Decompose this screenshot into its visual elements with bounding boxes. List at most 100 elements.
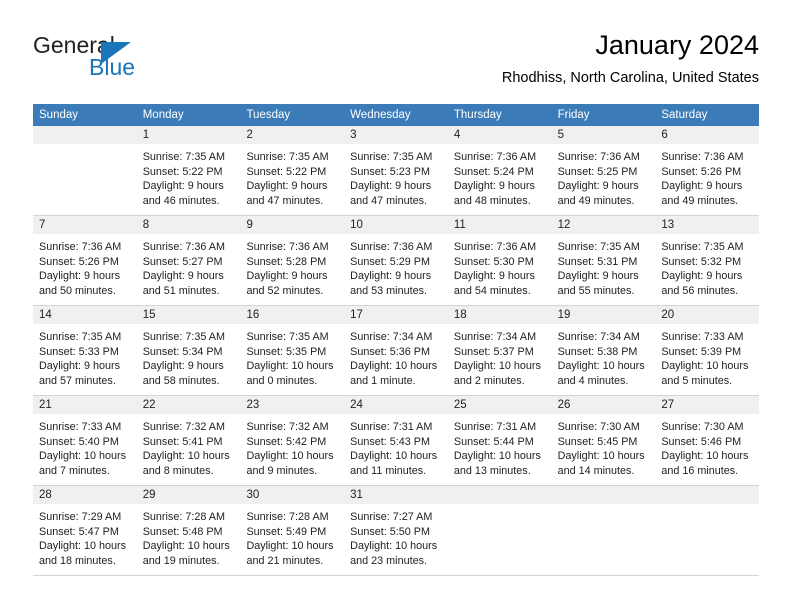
day-cell[interactable]: 20 Sunrise: 7:33 AM Sunset: 5:39 PM Dayligh… (655, 306, 760, 395)
day-info-line: and 51 minutes. (142, 284, 220, 297)
day-cell[interactable]: 22 Sunrise: 7:32 AM Sunset: 5:41 PM Dayligh… (136, 396, 241, 485)
day-number: 28 (33, 486, 137, 504)
day-info-line: Daylight: 9 hours (453, 270, 535, 283)
day-cell[interactable]: 9 Sunrise: 7:36 AM Sunset: 5:28 PM Daylight… (240, 216, 345, 305)
day-info-line: and 23 minutes. (350, 554, 427, 567)
day-info-line: Sunrise: 7:28 AM (246, 511, 329, 523)
day-cell[interactable]: 12 Sunrise: 7:35 AM Sunset: 5:31 PM Dayligh… (551, 216, 656, 305)
day-cell[interactable]: 8 Sunrise: 7:36 AM Sunset: 5:27 PM Daylight… (136, 216, 241, 305)
day-number: 12 (551, 216, 656, 234)
day-cell[interactable]: 28 Sunrise: 7:29 AM Sunset: 5:47 PM Dayligh… (33, 486, 137, 575)
day-cell[interactable]: 6 Sunrise: 7:36 AM Sunset: 5:26 PM Daylight… (655, 126, 760, 215)
day-cell[interactable]: 26 Sunrise: 7:30 AM Sunset: 5:45 PM Dayligh… (551, 396, 656, 485)
day-info-line: Sunset: 5:34 PM (142, 345, 223, 358)
day-info-line: and 1 minute. (350, 374, 416, 387)
day-info-line: Daylight: 10 hours (246, 360, 334, 373)
day-info-line: and 58 minutes. (142, 374, 220, 387)
day-cell[interactable]: 10 Sunrise: 7:36 AM Sunset: 5:29 PM Dayligh… (344, 216, 448, 305)
day-info-line: Sunrise: 7:33 AM (661, 331, 744, 343)
day-sun-info: Sunrise: 7:32 AM Sunset: 5:41 PM Daylight:… (137, 414, 241, 478)
day-cell[interactable]: 31 Sunrise: 7:27 AM Sunset: 5:50 PM Dayligh… (344, 486, 448, 575)
day-number (551, 486, 656, 504)
day-info-line: Sunset: 5:42 PM (246, 435, 327, 448)
day-number (33, 126, 137, 144)
day-cell[interactable]: 15 Sunrise: 7:35 AM Sunset: 5:34 PM Dayligh… (136, 306, 241, 395)
day-sun-info: Sunrise: 7:35 AM Sunset: 5:32 PM Daylight:… (655, 234, 759, 298)
day-sun-info: Sunrise: 7:32 AM Sunset: 5:42 PM Daylight:… (240, 414, 344, 478)
day-cell[interactable]: 24 Sunrise: 7:31 AM Sunset: 5:43 PM Dayligh… (344, 396, 448, 485)
day-cell[interactable]: 18 Sunrise: 7:34 AM Sunset: 5:37 PM Dayligh… (447, 306, 552, 395)
day-cell[interactable]: 23 Sunrise: 7:32 AM Sunset: 5:42 PM Dayligh… (240, 396, 345, 485)
day-cell[interactable]: 14 Sunrise: 7:35 AM Sunset: 5:33 PM Dayligh… (33, 306, 137, 395)
day-number: 27 (655, 396, 760, 414)
day-cell[interactable]: 11 Sunrise: 7:36 AM Sunset: 5:30 PM Dayligh… (447, 216, 552, 305)
day-info-line: and 55 minutes. (557, 284, 635, 297)
day-cell[interactable]: 27 Sunrise: 7:30 AM Sunset: 5:46 PM Dayligh… (655, 396, 760, 485)
day-sun-info: Sunrise: 7:33 AM Sunset: 5:39 PM Daylight:… (655, 324, 759, 388)
day-cell[interactable]: 17 Sunrise: 7:34 AM Sunset: 5:36 PM Dayligh… (344, 306, 448, 395)
day-cell[interactable]: 1 Sunrise: 7:35 AM Sunset: 5:22 PM Daylight… (136, 126, 241, 215)
day-info-line: Daylight: 10 hours (39, 450, 127, 463)
day-sun-info: Sunrise: 7:29 AM Sunset: 5:47 PM Daylight:… (33, 504, 137, 568)
weekday-header-monday: Monday (142, 109, 184, 121)
day-cell[interactable]: 13 Sunrise: 7:35 AM Sunset: 5:32 PM Dayligh… (655, 216, 760, 305)
day-info-line: Sunrise: 7:36 AM (39, 241, 122, 253)
day-sun-info (33, 144, 137, 150)
weekday-header-friday: Friday (557, 109, 590, 121)
day-cell[interactable]: 2 Sunrise: 7:35 AM Sunset: 5:22 PM Daylight… (240, 126, 345, 215)
day-info-line: Daylight: 10 hours (453, 450, 541, 463)
day-sun-info: Sunrise: 7:27 AM Sunset: 5:50 PM Daylight:… (344, 504, 448, 568)
day-cell[interactable]: 30 Sunrise: 7:28 AM Sunset: 5:49 PM Dayligh… (240, 486, 345, 575)
day-sun-info: Sunrise: 7:36 AM Sunset: 5:26 PM Daylight:… (33, 234, 137, 298)
day-info-line: Sunset: 5:32 PM (661, 255, 742, 268)
day-sun-info: Sunrise: 7:36 AM Sunset: 5:26 PM Daylight:… (655, 144, 759, 208)
day-info-line: Sunrise: 7:32 AM (246, 421, 329, 433)
day-cell-empty (551, 486, 656, 575)
day-info-line: Sunrise: 7:35 AM (39, 331, 122, 343)
day-sun-info: Sunrise: 7:36 AM Sunset: 5:28 PM Daylight:… (240, 234, 344, 298)
general-blue-logo[interactable]: General Blue (33, 32, 203, 88)
day-sun-info: Sunrise: 7:36 AM Sunset: 5:24 PM Daylight:… (448, 144, 552, 208)
day-cell[interactable]: 29 Sunrise: 7:28 AM Sunset: 5:48 PM Dayligh… (136, 486, 241, 575)
day-info-line: and 49 minutes. (557, 194, 635, 207)
day-cell[interactable]: 16 Sunrise: 7:35 AM Sunset: 5:35 PM Dayligh… (240, 306, 345, 395)
day-info-line: Sunset: 5:24 PM (453, 165, 534, 178)
day-cell[interactable]: 25 Sunrise: 7:31 AM Sunset: 5:44 PM Dayligh… (447, 396, 552, 485)
day-cell[interactable]: 5 Sunrise: 7:36 AM Sunset: 5:25 PM Daylight… (551, 126, 656, 215)
week-row: 7 Sunrise: 7:36 AM Sunset: 5:26 PM Daylight… (33, 216, 760, 306)
day-info-line: and 16 minutes. (661, 464, 739, 477)
day-number: 31 (344, 486, 448, 504)
day-info-line: Sunrise: 7:30 AM (661, 421, 744, 433)
day-info-line: Daylight: 10 hours (453, 360, 541, 373)
day-sun-info: Sunrise: 7:31 AM Sunset: 5:44 PM Daylight:… (448, 414, 552, 478)
day-info-line: and 49 minutes. (661, 194, 739, 207)
day-info-line: Sunset: 5:22 PM (246, 165, 327, 178)
day-number: 17 (344, 306, 448, 324)
day-info-line: and 56 minutes. (661, 284, 739, 297)
day-cell[interactable]: 7 Sunrise: 7:36 AM Sunset: 5:26 PM Daylight… (33, 216, 137, 305)
day-cell[interactable]: 21 Sunrise: 7:33 AM Sunset: 5:40 PM Dayligh… (33, 396, 137, 485)
day-sun-info: Sunrise: 7:33 AM Sunset: 5:40 PM Daylight:… (33, 414, 137, 478)
day-number (655, 486, 760, 504)
day-info-line: and 5 minutes. (661, 374, 733, 387)
day-sun-info: Sunrise: 7:34 AM Sunset: 5:38 PM Daylight:… (552, 324, 656, 388)
day-info-line: Daylight: 9 hours (246, 180, 328, 193)
day-info-line: and 47 minutes. (246, 194, 324, 207)
day-number: 2 (240, 126, 345, 144)
day-cell[interactable]: 4 Sunrise: 7:36 AM Sunset: 5:24 PM Daylight… (447, 126, 552, 215)
day-info-line: Daylight: 10 hours (39, 540, 127, 553)
day-number: 1 (136, 126, 241, 144)
weekday-header-saturday: Saturday (661, 109, 708, 121)
day-info-line: Sunset: 5:47 PM (39, 525, 119, 538)
day-number: 5 (551, 126, 656, 144)
day-info-line: Sunset: 5:41 PM (142, 435, 223, 448)
title-block: January 2024 Rhodhiss, North Carolina, U… (502, 28, 759, 87)
day-info-line: Sunset: 5:28 PM (246, 255, 327, 268)
day-cell[interactable]: 3 Sunrise: 7:35 AM Sunset: 5:23 PM Daylight… (344, 126, 448, 215)
day-info-line: and 46 minutes. (142, 194, 220, 207)
day-info-line: and 47 minutes. (350, 194, 427, 207)
day-cell[interactable]: 19 Sunrise: 7:34 AM Sunset: 5:38 PM Dayligh… (551, 306, 656, 395)
day-info-line: Daylight: 10 hours (246, 540, 334, 553)
day-info-line: Daylight: 10 hours (246, 450, 334, 463)
day-info-line: Sunrise: 7:35 AM (246, 151, 329, 163)
